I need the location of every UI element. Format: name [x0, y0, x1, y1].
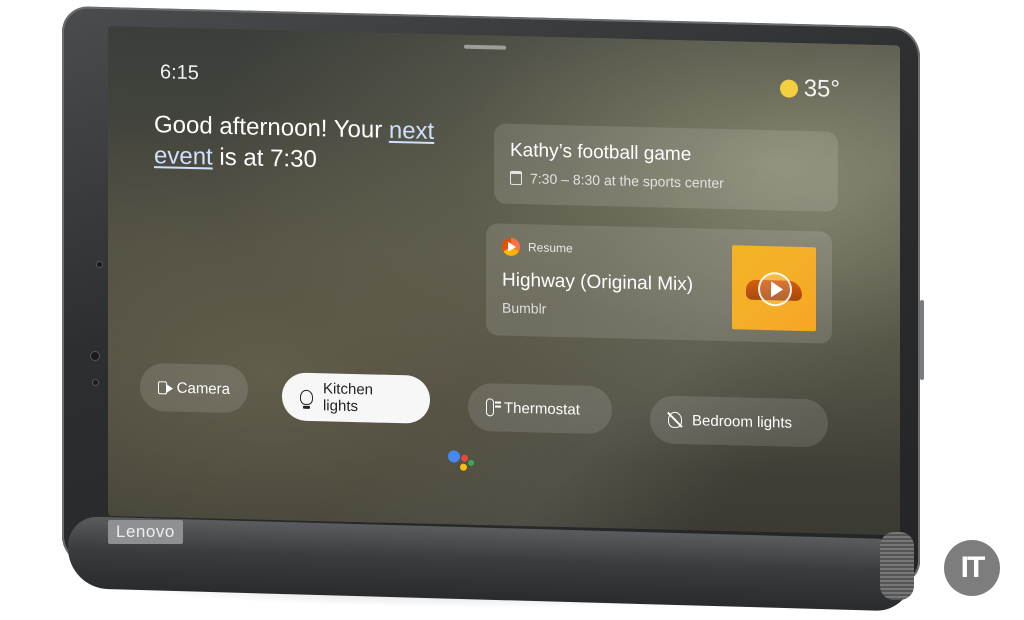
media-source: Resume	[502, 237, 573, 258]
kitchen-lights-chip-label: Kitchen lights	[322, 380, 374, 416]
greeting-suffix: is at 7:30	[219, 143, 317, 174]
bedroom-lights-chip[interactable]: Bedroom lights	[650, 395, 828, 448]
drag-handle[interactable]	[464, 44, 506, 50]
smart-display-screen: 6:15 35° Good afternoon! Your next event…	[108, 26, 900, 536]
watermark-logo: IT	[944, 540, 1000, 596]
lightbulb-off-icon	[668, 411, 682, 429]
thermostat-chip[interactable]: Thermostat	[468, 382, 612, 435]
light-sensor	[93, 380, 98, 385]
camera-chip-label: Camera	[176, 379, 230, 398]
sun-icon	[779, 79, 798, 98]
camera-icon	[158, 380, 167, 394]
weather[interactable]: 35°	[779, 74, 840, 103]
resume-label: Resume	[528, 240, 573, 256]
assistant-dot-green	[468, 459, 474, 466]
media-card[interactable]: Resume Highway (Original Mix) Bumblr	[486, 223, 832, 344]
side-button	[920, 300, 924, 380]
assistant-dot-blue	[448, 450, 460, 463]
clock: 6:15	[160, 61, 199, 85]
event-card[interactable]: Kathy’s football game 7:30 – 8:30 at the…	[494, 123, 838, 212]
calendar-icon	[510, 170, 522, 186]
google-assistant-icon[interactable]	[448, 448, 482, 477]
camera-chip[interactable]: Camera	[140, 362, 248, 414]
album-art[interactable]	[732, 245, 816, 332]
front-camera	[91, 352, 99, 360]
play-icon[interactable]	[758, 271, 792, 307]
play-music-icon	[502, 237, 520, 257]
assistant-dot-yellow	[460, 463, 467, 471]
lightbulb-icon	[300, 389, 313, 405]
event-details: 7:30 – 8:30 at the sports center	[510, 170, 724, 191]
event-title: Kathy’s football game	[510, 139, 692, 166]
hinge-end-grip	[880, 532, 914, 600]
microphone	[97, 262, 102, 267]
event-time: 7:30 – 8:30 at the sports center	[530, 170, 724, 192]
greeting-prefix: Good afternoon! Your	[154, 111, 383, 144]
track-artist: Bumblr	[502, 299, 547, 317]
bedroom-lights-chip-label: Bedroom lights	[692, 411, 793, 432]
greeting: Good afternoon! Your next event is at 7:…	[154, 109, 484, 179]
thermostat-chip-label: Thermostat	[504, 399, 580, 419]
track-title: Highway (Original Mix)	[502, 269, 694, 296]
assistant-dot-red	[461, 454, 468, 462]
kitchen-lights-chip[interactable]: Kitchen lights	[282, 372, 430, 424]
brand-logo: Lenovo	[108, 520, 183, 544]
thermostat-icon	[486, 398, 494, 417]
temperature: 35°	[803, 75, 840, 103]
